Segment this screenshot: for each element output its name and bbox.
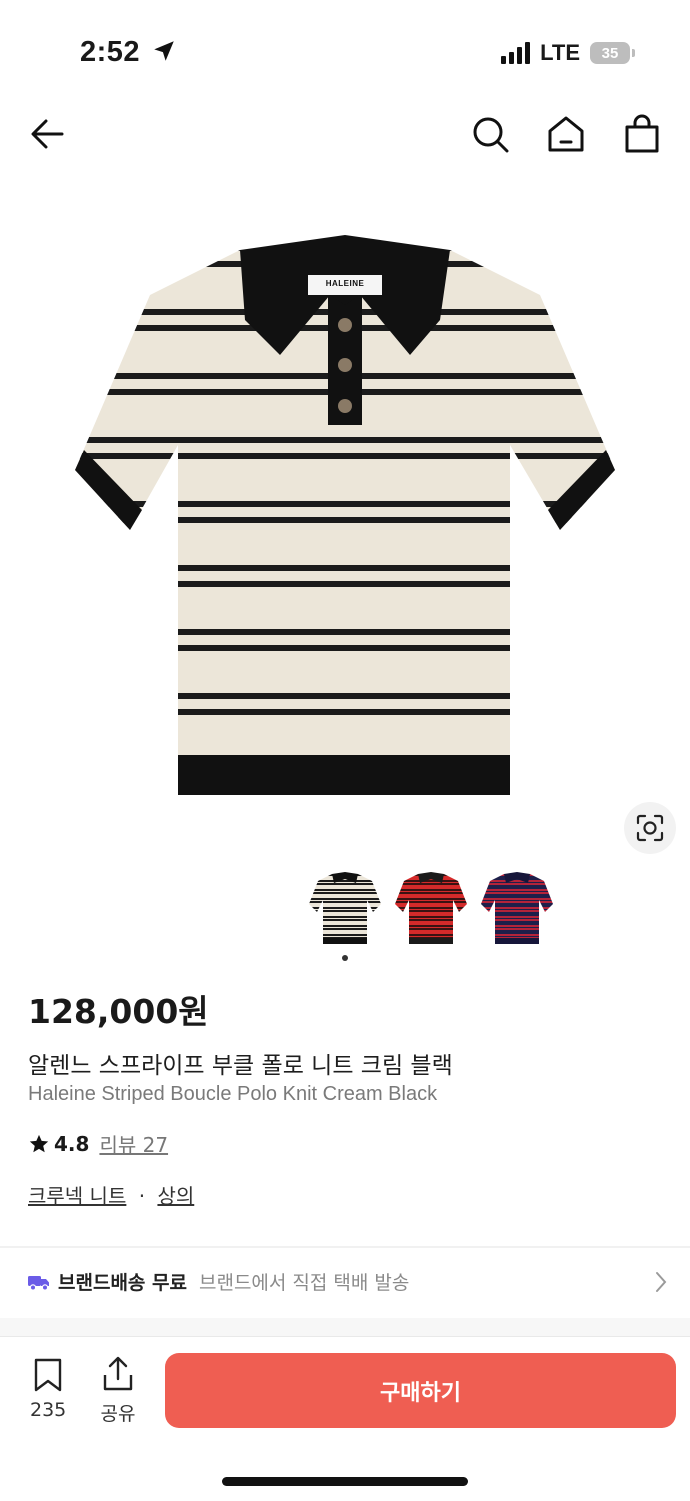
battery-icon: 35 xyxy=(590,42,635,64)
battery-level: 35 xyxy=(601,44,619,62)
home-icon xyxy=(548,116,584,152)
shipping-subtitle: 브랜드에서 직접 택배 발송 xyxy=(198,1272,410,1294)
color-thumb-cream-black[interactable] xyxy=(308,868,382,950)
share-icon xyxy=(103,1356,133,1391)
carousel-indicator-dot xyxy=(342,955,348,961)
location-arrow-icon xyxy=(153,41,174,61)
thumb-cream-black-image xyxy=(309,872,381,944)
product-name-korean: 알렌느 스프라이프 부클 폴로 니트 크림 블랙 xyxy=(28,1053,453,1079)
buy-button[interactable]: 구매하기 xyxy=(165,1353,676,1428)
bottom-action-bar: 235 공유 구매하기 xyxy=(0,1336,690,1501)
thumb-red-image xyxy=(395,872,467,944)
color-thumb-red[interactable] xyxy=(394,868,468,950)
shopping-bag-icon xyxy=(625,114,659,153)
shipping-info-row[interactable]: 브랜드배송 무료 브랜드에서 직접 택배 발송 xyxy=(28,1268,668,1295)
visual-search-button[interactable] xyxy=(624,802,676,854)
section-divider xyxy=(0,1246,690,1248)
thumb-navy-red-image xyxy=(481,872,553,944)
home-button[interactable] xyxy=(544,112,588,156)
back-arrow-icon xyxy=(31,119,64,149)
rating-row: 4.8 리뷰 27 xyxy=(28,1129,168,1158)
product-image[interactable]: HALEINE xyxy=(70,225,620,815)
bookmark-count: 235 xyxy=(30,1399,67,1421)
polo-knit-illustration xyxy=(75,235,615,795)
back-button[interactable] xyxy=(26,112,70,156)
shipping-title: 브랜드배송 무료 xyxy=(58,1272,187,1294)
chevron-right-icon xyxy=(656,1271,667,1292)
network-label: LTE xyxy=(540,40,580,65)
color-thumb-navy-red[interactable] xyxy=(480,868,554,950)
share-button[interactable]: 공유 xyxy=(100,1355,136,1426)
bookmark-button[interactable]: 235 xyxy=(30,1357,66,1421)
category-breadcrumb: 크루넥 니트 · 상의 xyxy=(28,1180,194,1209)
category-link-crewneck-knit[interactable]: 크루넥 니트 xyxy=(28,1184,126,1208)
category-separator: · xyxy=(138,1184,146,1208)
star-icon xyxy=(29,1134,49,1152)
status-indicators: LTE 35 xyxy=(501,40,635,66)
search-icon xyxy=(473,117,509,153)
brand-label: HALEINE xyxy=(325,279,365,288)
delivery-truck-icon xyxy=(28,1275,49,1291)
cart-button[interactable] xyxy=(620,112,664,156)
status-time-text: 2:52 xyxy=(80,36,141,68)
search-button[interactable] xyxy=(468,112,512,156)
category-link-top[interactable]: 상의 xyxy=(157,1184,194,1208)
review-link[interactable]: 리뷰 27 xyxy=(99,1129,168,1158)
lens-icon xyxy=(636,814,664,842)
share-label: 공유 xyxy=(100,1403,136,1425)
signal-icon xyxy=(501,42,531,64)
rating-value: 4.8 xyxy=(54,1131,90,1156)
bookmark-icon xyxy=(34,1358,62,1392)
product-name-english: Haleine Striped Boucle Polo Knit Cream B… xyxy=(28,1083,438,1105)
home-indicator xyxy=(222,1477,468,1486)
product-price: 128,000원 xyxy=(28,992,209,1031)
status-time: 2:52 xyxy=(80,36,177,69)
section-gap xyxy=(0,1318,690,1336)
